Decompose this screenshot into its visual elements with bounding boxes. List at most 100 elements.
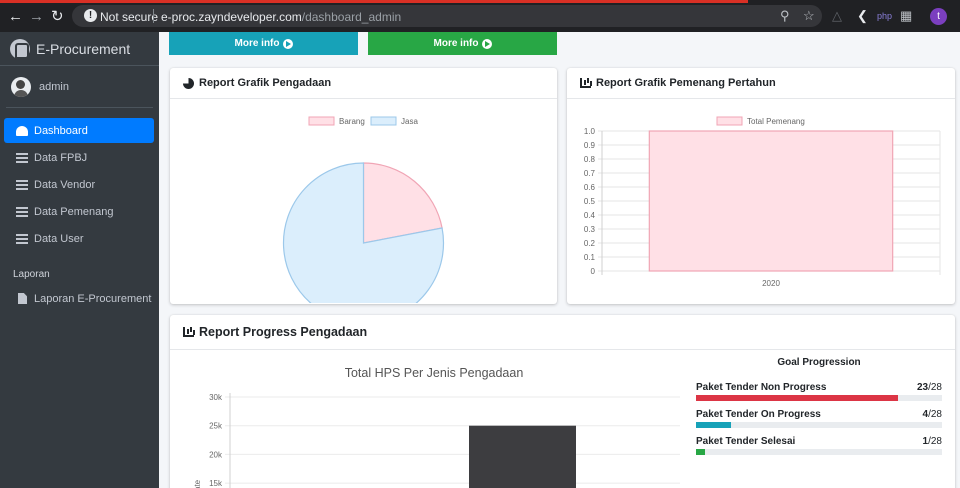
bar-hps[interactable]	[469, 425, 576, 488]
card-title: Report Grafik Pemenang Pertahun	[596, 77, 776, 89]
progress-group: Paket Tender Non Progress 23/28	[696, 382, 942, 401]
card-title: Report Grafik Pengadaan	[199, 77, 332, 89]
legend-label[interactable]: Total Pemenang	[747, 117, 805, 126]
omnibox-divider	[153, 9, 154, 23]
brand-logo-icon	[10, 38, 30, 59]
brand-link[interactable]: E-Procurement	[0, 32, 159, 66]
legend-swatch[interactable]	[308, 116, 335, 126]
progress-fill	[696, 422, 732, 428]
star-icon[interactable]: ☆	[803, 8, 815, 24]
more-info-button[interactable]: More info	[368, 32, 557, 55]
security-label[interactable]: Not secure	[100, 10, 158, 24]
user-avatar	[11, 76, 31, 97]
y-tick-label: 20k	[209, 450, 223, 459]
legend-label[interactable]: Barang	[339, 117, 365, 126]
chart-bar-icon	[580, 78, 591, 88]
user-panel[interactable]: admin	[6, 66, 153, 108]
list-icon	[16, 233, 28, 244]
sidebar-item-data-pemenang[interactable]: Data Pemenang	[4, 199, 154, 224]
card-header: Report Grafik Pemenang Pertahun	[567, 68, 955, 99]
sidebar-item-label: Data Pemenang	[34, 205, 114, 218]
sidebar-item-label: Laporan E-Procurement	[34, 292, 152, 305]
gauge-icon	[16, 125, 28, 136]
card-title: Report Progress Pengadaan	[199, 325, 368, 339]
progress-label: Paket Tender Selesai	[696, 436, 796, 447]
warning-icon[interactable]: !	[84, 9, 97, 22]
progress-card: Report Progress Pengadaan Total HPS Per …	[170, 315, 955, 488]
extension-icon[interactable]: △	[832, 8, 842, 24]
y-tick-label: 0.6	[584, 183, 596, 192]
sidebar-item-laporan[interactable]: Laporan E-Procurement	[4, 286, 154, 311]
progress-count: 4/28	[922, 409, 942, 420]
sidebar-item-label: Data Vendor	[34, 178, 96, 191]
goal-title: Goal Progression	[777, 357, 861, 368]
file-icon	[18, 293, 27, 304]
back-icon[interactable]: ←	[8, 9, 23, 24]
chart-bar-icon	[183, 327, 194, 337]
progress-count: 23/28	[916, 382, 942, 393]
hps-bar-chart: Total HPS Per Jenis Pengadaan 30k 25k 20k 15…	[193, 366, 680, 488]
arrow-circle-right-icon	[282, 38, 293, 49]
progress-fill	[696, 449, 705, 455]
sidebar-item-label: Dashboard	[34, 124, 88, 137]
progress-group: Paket Tender Selesai 1/28	[696, 436, 942, 455]
url-host: e-proc.zayndeveloper.com	[161, 10, 302, 24]
sidebar-item-dashboard[interactable]: Dashboard	[4, 118, 154, 143]
zoom-icon[interactable]: ⚲	[780, 8, 790, 24]
legend-swatch[interactable]	[370, 116, 397, 126]
user-name: admin	[39, 80, 69, 93]
php-extension-icon[interactable]: php	[877, 11, 892, 21]
list-icon	[16, 206, 28, 217]
y-tick-label: 0.3	[584, 225, 596, 234]
more-info-label: More info	[433, 38, 479, 49]
sidebar-section-header: Laporan	[13, 269, 50, 280]
winner-chart-card: Report Grafik Pemenang Pertahun Total Pe…	[567, 68, 955, 304]
progress-bar	[696, 422, 942, 428]
chevron-left-icon[interactable]: ❮	[857, 8, 868, 24]
more-info-button[interactable]: More info	[169, 32, 358, 55]
progress-label: Paket Tender Non Progress	[696, 382, 827, 393]
legend-label[interactable]: Jasa	[401, 117, 418, 126]
sidebar-menu: Dashboard Data FPBJ Data Vendor Data Pem…	[0, 118, 159, 311]
sidebar-item-data-fpbj[interactable]: Data FPBJ	[4, 145, 154, 170]
arrow-circle-right-icon	[481, 38, 492, 49]
card-header: Report Progress Pengadaan	[170, 315, 955, 350]
browser-toolbar: ← → ↻ ! Not secure e-proc.zayndeveloper.…	[0, 0, 960, 32]
pie-chart-card: Report Grafik Pengadaan Barang Jasa	[170, 68, 557, 324]
bar-2020[interactable]	[648, 130, 894, 272]
x-tick-label: 2020	[762, 279, 780, 288]
profile-avatar[interactable]: t	[930, 8, 947, 25]
legend-swatch[interactable]	[716, 116, 743, 126]
y-tick-label: 0.1	[584, 253, 596, 262]
goal-progression: Goal Progression Paket Tender Non Progre…	[696, 357, 942, 463]
pie-chart: Barang Jasa	[282, 116, 445, 324]
y-tick-label: 15k	[209, 479, 223, 488]
chart-pie-icon	[183, 77, 194, 89]
brand-text: E-Procurement	[36, 40, 131, 57]
loading-bar	[0, 0, 748, 3]
sidebar-item-label: Data User	[34, 232, 84, 245]
winner-bar-chart: Total Pemenang 1.0 0.9 0.8 0.7 0.6 0.5 0.4 0.3 0.…	[584, 116, 941, 288]
reload-icon[interactable]: ↻	[51, 9, 64, 24]
sidebar-item-data-user[interactable]: Data User	[4, 226, 154, 251]
progress-fill	[696, 395, 899, 401]
y-tick-label: 0.9	[584, 141, 596, 150]
progress-bar	[696, 449, 942, 455]
sidebar-item-data-vendor[interactable]: Data Vendor	[4, 172, 154, 197]
progress-group: Paket Tender On Progress 4/28	[696, 409, 942, 428]
y-tick-label: 0.4	[584, 211, 596, 220]
sidebar: E-Procurement admin Dashboard Data FPBJ …	[0, 32, 159, 488]
pie-slice-jasa[interactable]	[282, 162, 445, 324]
forward-icon[interactable]: →	[29, 9, 44, 24]
y-tick-label: 25k	[209, 422, 223, 431]
card-header: Report Grafik Pengadaan	[170, 68, 557, 99]
y-axis-label: ate	[193, 479, 202, 488]
progress-count: 1/28	[922, 436, 942, 447]
y-tick-label: 30k	[209, 393, 223, 402]
progress-bar	[696, 395, 942, 401]
url-text[interactable]: e-proc.zayndeveloper.com/dashboard_admin	[161, 10, 401, 24]
y-tick-label: 1.0	[584, 127, 596, 136]
more-info-label: More info	[234, 38, 280, 49]
puzzle-icon[interactable]: ▦	[900, 8, 912, 24]
url-path: /dashboard_admin	[301, 10, 402, 24]
